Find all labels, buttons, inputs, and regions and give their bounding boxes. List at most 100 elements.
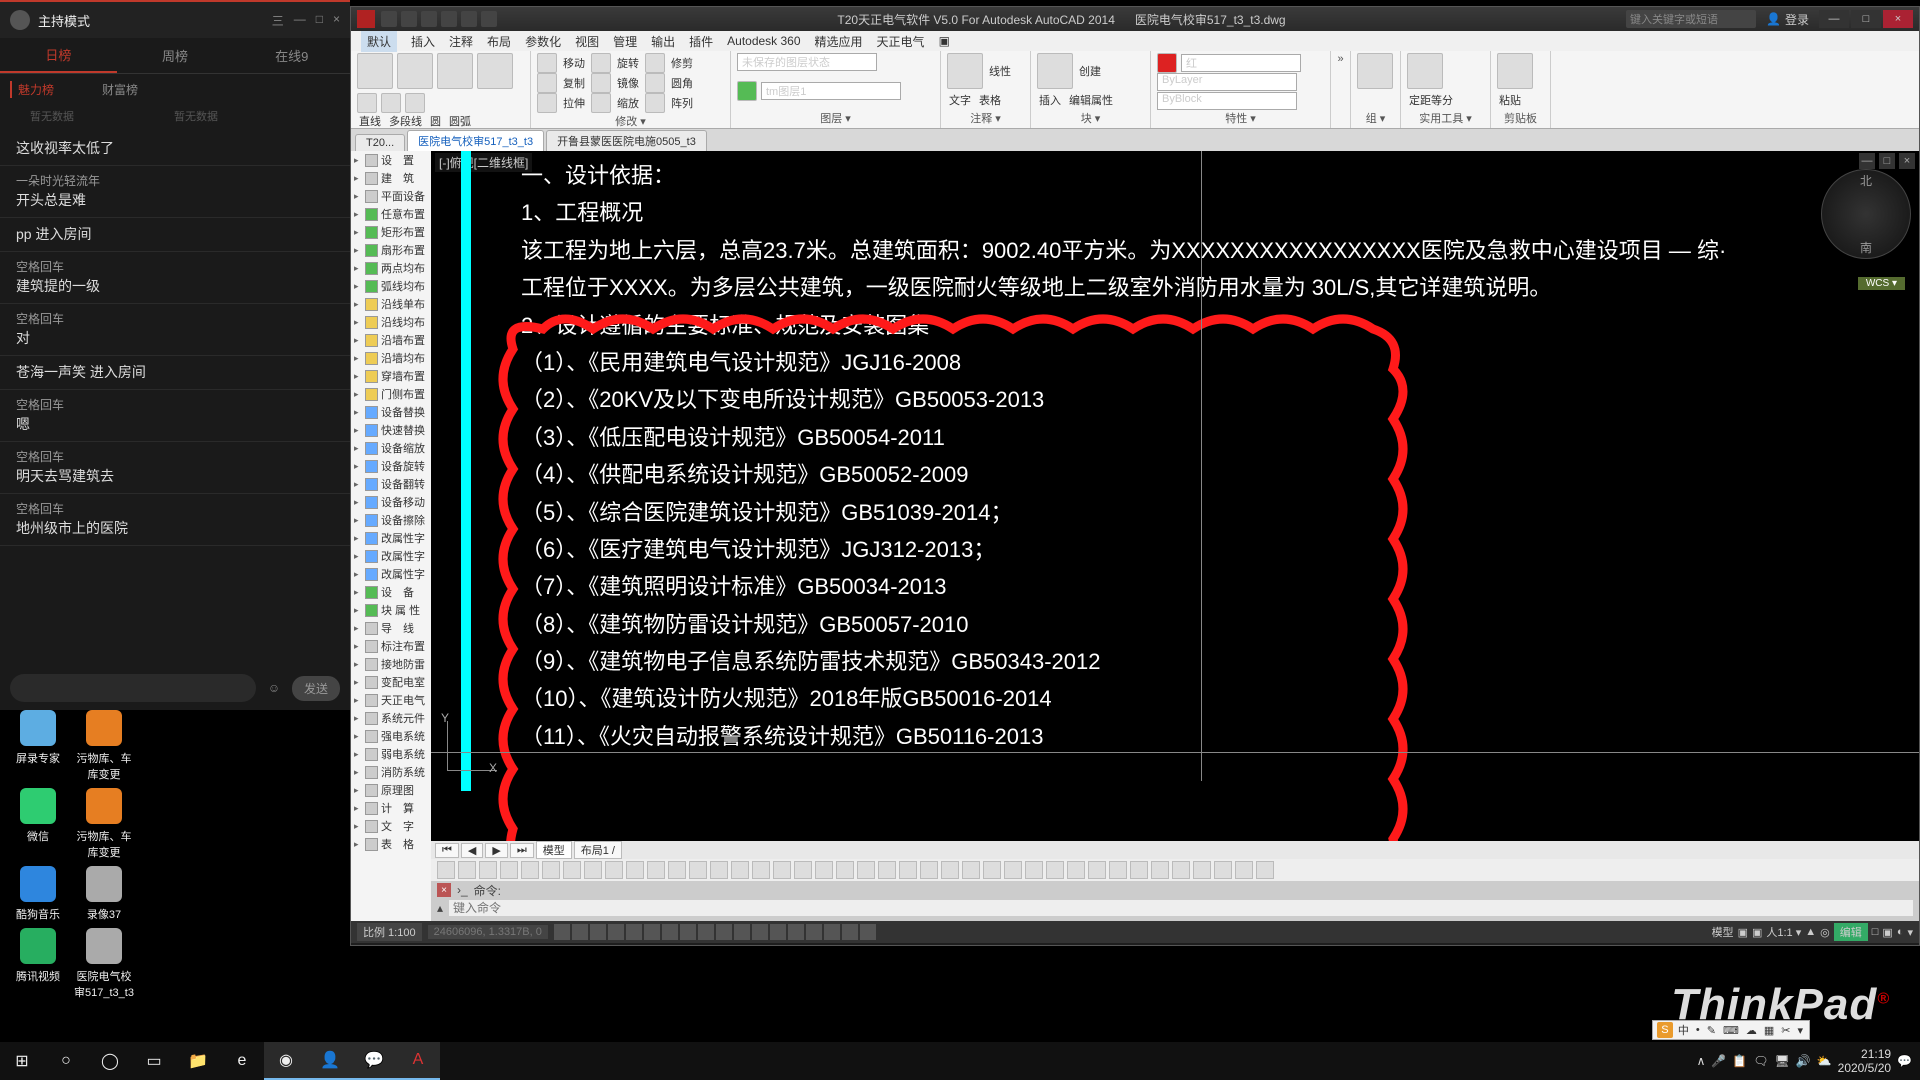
toolbar-icon[interactable] bbox=[500, 861, 518, 879]
toolbar-icon[interactable] bbox=[815, 861, 833, 879]
status-scale[interactable]: 比例 1:100 bbox=[357, 923, 422, 941]
color-combo[interactable]: 红 bbox=[1181, 54, 1301, 72]
nav-last-icon[interactable]: ⏭ bbox=[510, 843, 534, 858]
side-panel-item[interactable]: ▸改属性字 bbox=[351, 565, 431, 583]
circle-icon[interactable] bbox=[437, 53, 473, 89]
tray-expand-icon[interactable]: ∧ bbox=[1697, 1054, 1706, 1068]
toolbar-icon[interactable] bbox=[1172, 861, 1190, 879]
status-toggle-icon[interactable] bbox=[770, 924, 786, 940]
status-item[interactable]: ◎ bbox=[1820, 926, 1830, 939]
chat-input[interactable] bbox=[10, 674, 256, 702]
close-button[interactable]: × bbox=[1883, 10, 1913, 28]
qat-redo-icon[interactable] bbox=[461, 11, 477, 27]
side-panel-item[interactable]: ▸设备翻转 bbox=[351, 475, 431, 493]
side-panel-item[interactable]: ▸建 筑 bbox=[351, 169, 431, 187]
side-panel-item[interactable]: ▸变配电室 bbox=[351, 673, 431, 691]
status-toggle-icon[interactable] bbox=[662, 924, 678, 940]
ribbon-tab[interactable]: 布局 bbox=[487, 33, 511, 50]
tab-weekly-rank[interactable]: 周榜 bbox=[117, 38, 234, 73]
ime-toolbar[interactable]: S 中 • ✎ ⌨ ☁ ▦ ✂ ▾ bbox=[1652, 1020, 1810, 1040]
ribbon-tab[interactable]: 注释 bbox=[449, 33, 473, 50]
ime-lang[interactable]: 中 bbox=[1676, 1022, 1691, 1038]
scale-icon[interactable] bbox=[591, 93, 611, 113]
status-item[interactable]: ▣ bbox=[1752, 926, 1762, 939]
qat-save-icon[interactable] bbox=[421, 11, 437, 27]
view-compass[interactable]: 北 南 bbox=[1821, 169, 1911, 259]
tray-chat-icon[interactable]: 🗨 bbox=[1753, 1054, 1768, 1068]
send-button[interactable]: 发送 bbox=[292, 676, 340, 701]
ribbon-tab[interactable]: Autodesk 360 bbox=[727, 34, 800, 48]
viewport-min-icon[interactable]: — bbox=[1859, 153, 1875, 169]
status-item[interactable]: ▣ bbox=[1882, 926, 1892, 939]
status-item[interactable]: ▲ bbox=[1805, 926, 1816, 938]
start-button[interactable]: ⊞ bbox=[0, 1042, 44, 1080]
ribbon-tab[interactable]: 精选应用 bbox=[815, 33, 863, 50]
side-panel-item[interactable]: ▸改属性字 bbox=[351, 529, 431, 547]
ribbon-tab[interactable]: 输出 bbox=[651, 33, 675, 50]
arc-icon[interactable] bbox=[477, 53, 513, 89]
status-item[interactable]: 编辑 bbox=[1834, 923, 1868, 941]
side-panel-item[interactable]: ▸设 备 bbox=[351, 583, 431, 601]
minimize-icon[interactable]: — bbox=[294, 12, 306, 29]
toolbar-icon[interactable] bbox=[1235, 861, 1253, 879]
side-panel-item[interactable]: ▸沿线均布 bbox=[351, 313, 431, 331]
stretch-icon[interactable] bbox=[537, 93, 557, 113]
status-toggle-icon[interactable] bbox=[680, 924, 696, 940]
ribbon-tab[interactable]: 默认 bbox=[361, 31, 397, 52]
ime-handwrite-icon[interactable]: ✎ bbox=[1705, 1024, 1718, 1037]
viewport-close-icon[interactable]: × bbox=[1899, 153, 1915, 169]
tray-volume-icon[interactable]: 🔊 bbox=[1796, 1054, 1811, 1068]
toolbar-icon[interactable] bbox=[626, 861, 644, 879]
autocad-logo-icon[interactable] bbox=[357, 10, 375, 28]
subtab-charm[interactable]: 魅力榜 bbox=[10, 81, 54, 98]
side-panel-item[interactable]: ▸沿墙布置 bbox=[351, 331, 431, 349]
tab-daily-rank[interactable]: 日榜 bbox=[0, 38, 117, 73]
status-toggle-icon[interactable] bbox=[824, 924, 840, 940]
layer-state-combo[interactable]: 未保存的图层状态 bbox=[737, 53, 877, 71]
insert-icon[interactable] bbox=[1037, 53, 1073, 89]
desktop-icon[interactable]: 腾讯视频 bbox=[8, 928, 68, 1000]
side-panel-item[interactable]: ▸消防系统 bbox=[351, 763, 431, 781]
ribbon-tab[interactable]: ▣ bbox=[939, 34, 950, 48]
toolbar-icon[interactable] bbox=[563, 861, 581, 879]
desktop-icon[interactable]: 屏录专家 bbox=[8, 710, 68, 782]
qat-print-icon[interactable] bbox=[481, 11, 497, 27]
nav-prev-icon[interactable]: ◀ bbox=[461, 843, 483, 858]
toolbar-icon[interactable] bbox=[857, 861, 875, 879]
toolbar-icon[interactable] bbox=[584, 861, 602, 879]
ime-logo-icon[interactable]: S bbox=[1657, 1022, 1673, 1038]
copy-icon[interactable] bbox=[537, 73, 557, 93]
ime-keyboard-icon[interactable]: ⌨ bbox=[1721, 1024, 1741, 1037]
polyline-icon[interactable] bbox=[397, 53, 433, 89]
wcs-badge[interactable]: WCS ▾ bbox=[1858, 277, 1905, 290]
qat-new-icon[interactable] bbox=[381, 11, 397, 27]
side-panel-item[interactable]: ▸设 置 bbox=[351, 151, 431, 169]
side-panel-item[interactable]: ▸表 格 bbox=[351, 835, 431, 853]
toolbar-icon[interactable] bbox=[983, 861, 1001, 879]
side-panel-item[interactable]: ▸接地防雷 bbox=[351, 655, 431, 673]
color-swatch-icon[interactable] bbox=[1157, 53, 1177, 73]
status-item[interactable]: □ bbox=[1872, 926, 1879, 938]
toolbar-icon[interactable] bbox=[962, 861, 980, 879]
ime-tool-icon[interactable]: ✂ bbox=[1779, 1024, 1792, 1037]
desktop-icon[interactable]: 酷狗音乐 bbox=[8, 866, 68, 922]
toolbar-icon[interactable] bbox=[668, 861, 686, 879]
layout-tab-model[interactable]: 模型 bbox=[536, 841, 572, 859]
side-panel-item[interactable]: ▸穿墙布置 bbox=[351, 367, 431, 385]
ime-punct-icon[interactable]: • bbox=[1694, 1024, 1702, 1036]
ribbon-tab[interactable]: 视图 bbox=[575, 33, 599, 50]
side-panel-item[interactable]: ▸改属性字 bbox=[351, 547, 431, 565]
measure-icon[interactable] bbox=[1407, 53, 1443, 89]
side-panel-item[interactable]: ▸设备移动 bbox=[351, 493, 431, 511]
toolbar-icon[interactable] bbox=[773, 861, 791, 879]
toolbar-icon[interactable] bbox=[1256, 861, 1274, 879]
toolbar-icon[interactable] bbox=[479, 861, 497, 879]
tray-display-icon[interactable]: 🖥 bbox=[1775, 1054, 1790, 1068]
group-icon[interactable] bbox=[1357, 53, 1393, 89]
side-panel-item[interactable]: ▸快速替换 bbox=[351, 421, 431, 439]
toolbar-icon[interactable] bbox=[710, 861, 728, 879]
tool-icon[interactable] bbox=[405, 93, 425, 113]
toolbar-icon[interactable] bbox=[1109, 861, 1127, 879]
status-toggle-icon[interactable] bbox=[752, 924, 768, 940]
paste-icon[interactable] bbox=[1497, 53, 1533, 89]
